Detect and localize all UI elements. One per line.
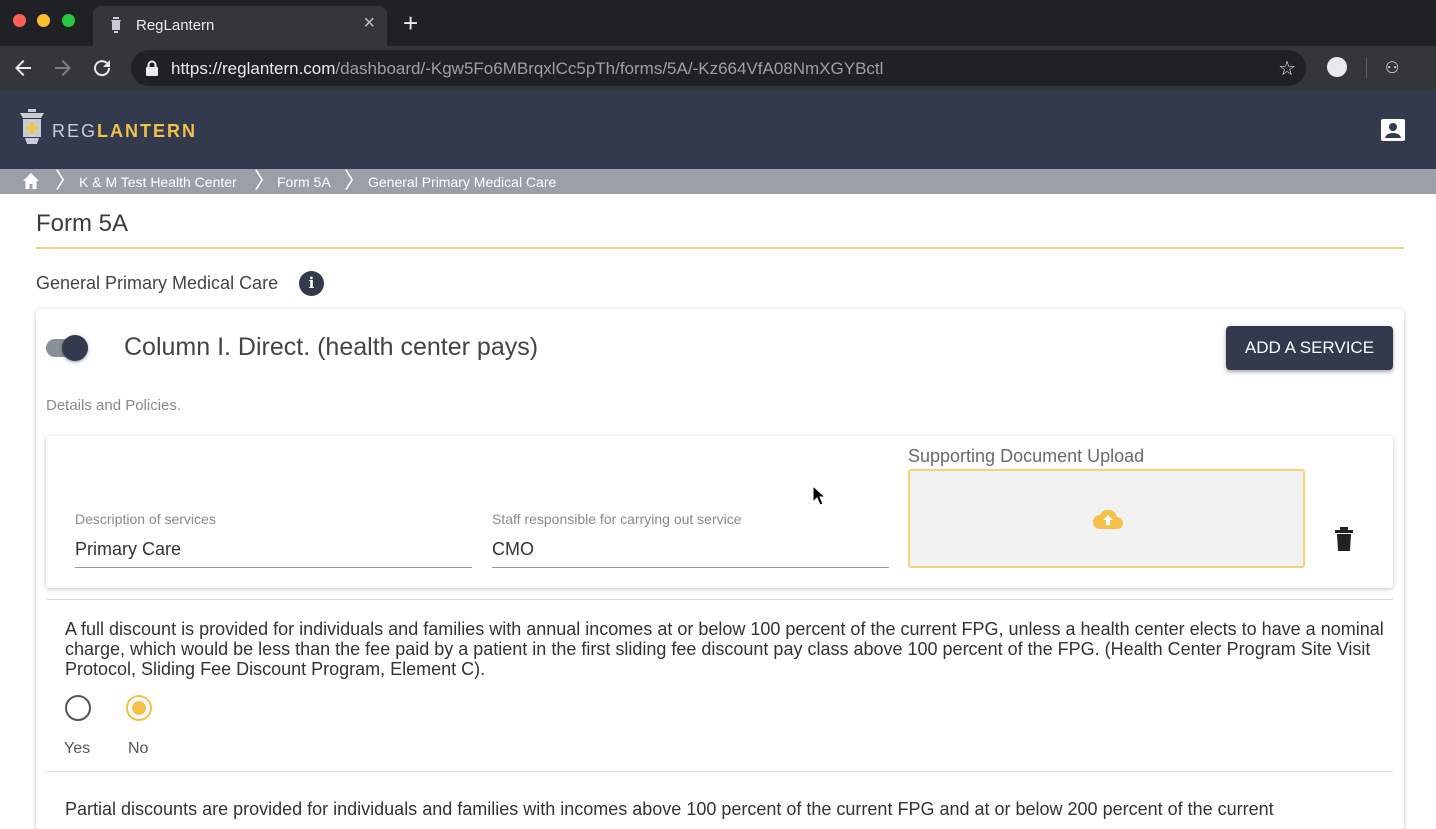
maximize-window-button[interactable] (62, 14, 75, 27)
description-field[interactable]: Primary Care (75, 539, 181, 560)
home-icon[interactable] (22, 172, 40, 190)
policy-question: A full discount is provided for individu… (65, 619, 1384, 679)
info-icon[interactable]: i (299, 271, 324, 296)
extension-icon[interactable] (1327, 57, 1347, 77)
title-divider (36, 247, 1404, 249)
chevron-right-icon: 〉 (344, 168, 367, 193)
account-icon[interactable] (1381, 119, 1405, 141)
toolbar-divider (1366, 58, 1367, 78)
chevron-right-icon: 〉 (55, 168, 78, 193)
close-window-button[interactable] (13, 14, 26, 27)
close-tab-icon[interactable]: × (363, 13, 375, 33)
description-label: Description of services (75, 511, 216, 527)
section-divider (46, 599, 1393, 600)
address-bar[interactable]: https://reglantern.com/dashboard/-Kgw5Fo… (131, 50, 1306, 86)
radio-yes[interactable] (65, 695, 91, 721)
upload-label: Supporting Document Upload (908, 446, 1145, 466)
forward-icon[interactable] (51, 56, 75, 80)
chevron-right-icon: 〉 (254, 168, 277, 193)
column-toggle-knob[interactable] (62, 335, 88, 361)
lock-icon (146, 60, 158, 76)
staff-underline (492, 567, 889, 568)
staff-label: Staff responsible for carrying out servi… (492, 511, 742, 527)
details-label: Details and Policies. (46, 397, 182, 414)
browser-toolbar: https://reglantern.com/dashboard/-Kgw5Fo… (0, 46, 1436, 91)
cloud-upload-icon[interactable] (1092, 507, 1124, 531)
add-service-button[interactable]: ADD A SERVICE (1226, 326, 1393, 370)
extension-puzzle-icon[interactable]: ⚇ (1385, 58, 1399, 78)
staff-field[interactable]: CMO (492, 539, 534, 560)
radio-yes-label: Yes (64, 740, 91, 757)
trash-icon[interactable] (1334, 527, 1354, 551)
url-text: https://reglantern.com/dashboard/-Kgw5Fo… (171, 59, 884, 78)
breadcrumb-form[interactable]: Form 5A (277, 174, 331, 190)
mouse-cursor-icon (812, 485, 826, 506)
bookmark-star-icon[interactable]: ☆ (1278, 56, 1296, 81)
lantern-logo-icon[interactable] (16, 107, 48, 147)
radio-no-selected-dot (132, 701, 146, 715)
section-divider (46, 771, 1393, 772)
lantern-favicon-icon (111, 17, 121, 33)
new-tab-icon[interactable]: + (403, 9, 418, 37)
browser-tab-bar: RegLantern × + (0, 0, 1436, 46)
tab-title: RegLantern (136, 17, 215, 34)
column-title: Column I. Direct. (health center pays) (124, 333, 539, 361)
breadcrumb-health-center[interactable]: K & M Test Health Center (79, 174, 237, 190)
browser-tab[interactable]: RegLantern × (93, 6, 387, 46)
reload-icon[interactable] (90, 56, 114, 80)
browser-menu-icon[interactable]: ⋮ (1428, 54, 1436, 75)
page-title: Form 5A (36, 210, 129, 237)
radio-no-label: No (128, 740, 149, 757)
minimize-window-button[interactable] (37, 14, 50, 27)
section-title: General Primary Medical Care (36, 273, 279, 293)
back-icon[interactable] (11, 56, 35, 80)
breadcrumb: 〉 K & M Test Health Center 〉 Form 5A 〉 G… (0, 169, 1436, 194)
app-header: REGLANTERN (0, 91, 1436, 169)
description-underline (75, 567, 472, 568)
app-logo-text[interactable]: REGLANTERN (52, 121, 197, 142)
breadcrumb-current: General Primary Medical Care (368, 174, 557, 190)
